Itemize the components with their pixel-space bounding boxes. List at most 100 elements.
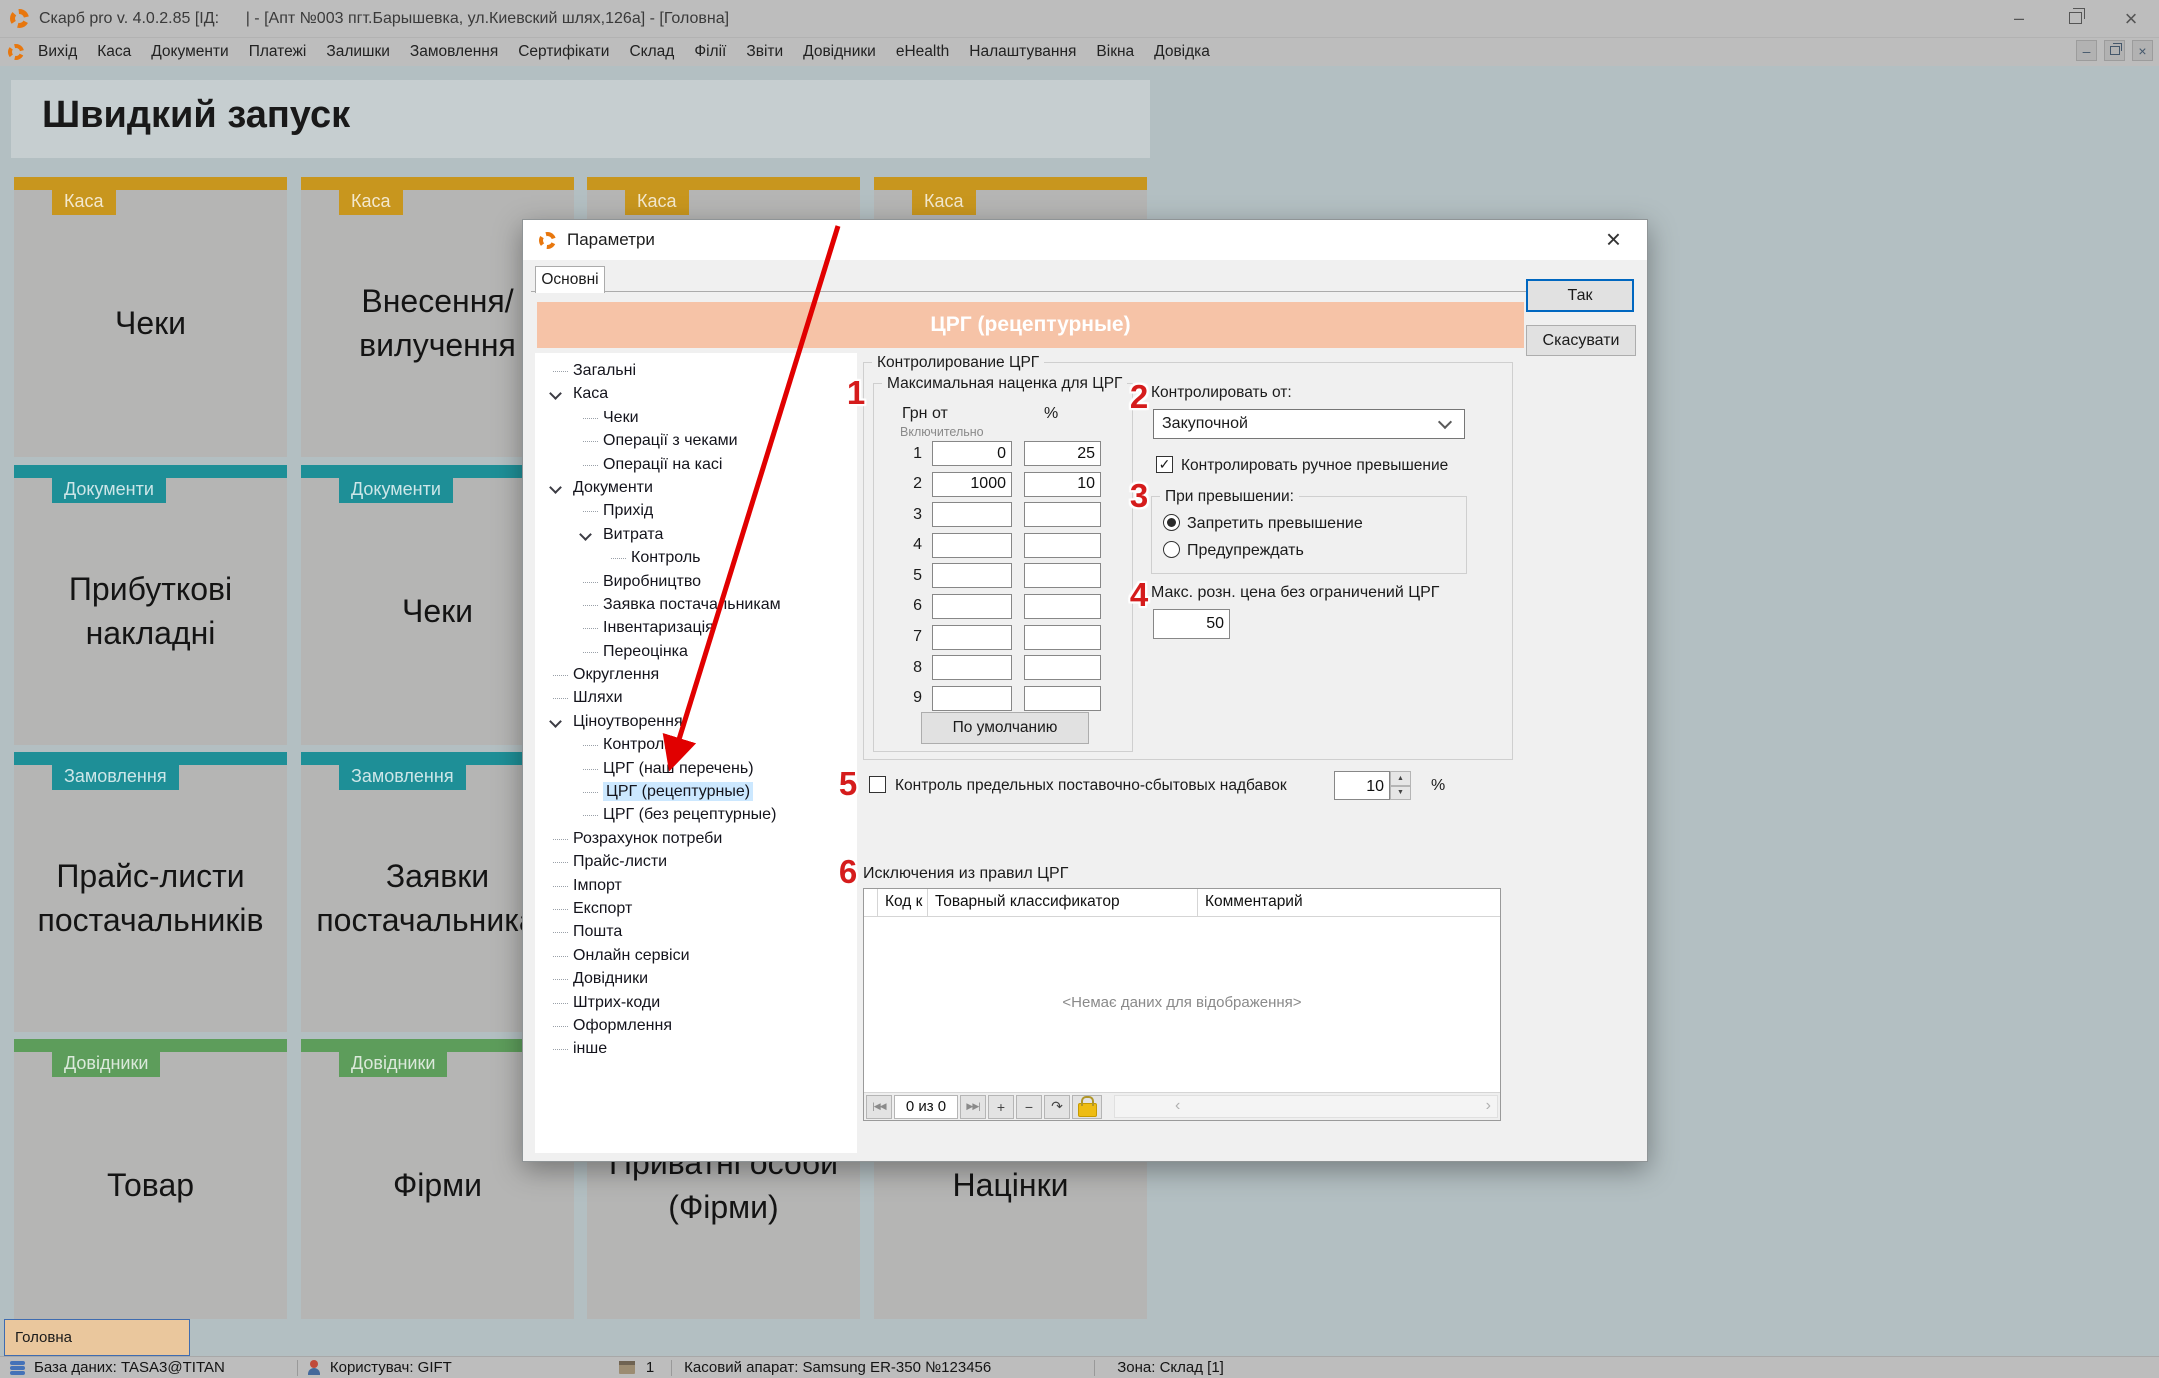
tab-osnovni[interactable]: Основні [535, 266, 605, 293]
manual-override-checkbox[interactable]: ✓ [1156, 456, 1173, 473]
last-record-button[interactable]: ▶▶| [960, 1095, 986, 1119]
markup-from-input[interactable] [932, 625, 1012, 650]
limit-value-input[interactable] [1334, 771, 1390, 800]
horizontal-scrollbar[interactable]: ‹ › [1114, 1095, 1498, 1118]
tree-item[interactable]: Контроль [535, 733, 857, 756]
menu-item-sertyfikaty[interactable]: Сертифікати [508, 43, 619, 61]
menu-item-filii[interactable]: Філії [684, 43, 736, 61]
tree-item[interactable]: Витрата [535, 523, 857, 546]
refresh-button[interactable]: ↷ [1044, 1095, 1070, 1119]
tree-item[interactable]: Оформлення [535, 1014, 857, 1037]
mdi-close-button[interactable]: × [2132, 40, 2153, 61]
tree-item[interactable]: Загальні [535, 359, 857, 382]
chevron-down-icon[interactable] [549, 481, 562, 494]
add-record-button[interactable]: + [988, 1095, 1014, 1119]
markup-pct-input[interactable] [1024, 563, 1101, 588]
tree-item[interactable]: Ціноутворення [535, 710, 857, 733]
markup-pct-input[interactable] [1024, 594, 1101, 619]
tab-holovna[interactable]: Головна [4, 1319, 190, 1356]
tile-tovar[interactable]: Довідники Товар [14, 1039, 287, 1319]
mdi-restore-button[interactable] [2104, 40, 2125, 61]
markup-pct-input[interactable] [1024, 441, 1101, 466]
limit-control-checkbox[interactable] [869, 776, 886, 793]
tile-price-lysty[interactable]: Замовлення Прайс-листи постачальників [14, 752, 287, 1032]
close-button[interactable]: × [2103, 6, 2159, 32]
tree-item[interactable]: Округлення [535, 663, 857, 686]
markup-pct-input[interactable] [1024, 472, 1101, 497]
chevron-down-icon[interactable] [549, 715, 562, 728]
tree-item[interactable]: Документи [535, 476, 857, 499]
tree-item[interactable]: Онлайн сервіси [535, 944, 857, 967]
tree-item[interactable]: Імпорт [535, 874, 857, 897]
radio-warn[interactable] [1163, 541, 1180, 558]
markup-pct-input[interactable] [1024, 655, 1101, 680]
tree-item-selected[interactable]: ЦРГ (рецептурные) [535, 780, 857, 803]
ok-button[interactable]: Так [1526, 279, 1634, 312]
tree-item[interactable]: Прайс-листи [535, 850, 857, 873]
scroll-right-icon[interactable]: › [1486, 1097, 1491, 1115]
tree-item[interactable]: Довідники [535, 967, 857, 990]
menu-item-vyhid[interactable]: Вихід [28, 43, 87, 61]
stepper-down-icon[interactable]: ▼ [1390, 786, 1411, 801]
tree-item[interactable]: ЦРГ (наш перечень) [535, 757, 857, 780]
menu-item-zvity[interactable]: Звіти [736, 43, 793, 61]
chevron-down-icon[interactable] [549, 388, 562, 401]
tile-prybutkovi-nakladni[interactable]: Документи Прибуткові накладні [14, 465, 287, 745]
menu-item-nalashtuvannya[interactable]: Налаштування [959, 43, 1086, 61]
menu-item-kasa[interactable]: Каса [87, 43, 141, 61]
tree-item[interactable]: Шляхи [535, 686, 857, 709]
menu-item-ehealth[interactable]: eHealth [886, 43, 959, 61]
default-button[interactable]: По умолчанию [921, 712, 1089, 744]
tree-item[interactable]: Експорт [535, 897, 857, 920]
lock-button[interactable] [1072, 1095, 1102, 1119]
cancel-button[interactable]: Скасувати [1526, 325, 1636, 356]
tree-item[interactable]: Пошта [535, 920, 857, 943]
restore-button[interactable] [2047, 8, 2103, 29]
radio-forbid-exceed[interactable] [1163, 514, 1180, 531]
markup-pct-input[interactable] [1024, 686, 1101, 711]
tree-item[interactable]: Чеки [535, 406, 857, 429]
tree-item[interactable]: інше [535, 1037, 857, 1060]
menu-item-dovidka[interactable]: Довідка [1144, 43, 1220, 61]
minimize-button[interactable]: – [1991, 8, 2047, 29]
tree-item[interactable]: Заявка постачальникам [535, 593, 857, 616]
tree-item[interactable]: Операції з чеками [535, 429, 857, 452]
menu-item-dokumenty[interactable]: Документи [141, 43, 238, 61]
markup-from-input[interactable] [932, 563, 1012, 588]
header-comment-col[interactable]: Комментарий [1198, 889, 1500, 916]
tree-item[interactable]: Операції на касі [535, 453, 857, 476]
tree-item[interactable]: Прихід [535, 499, 857, 522]
menu-item-zamovlennya[interactable]: Замовлення [400, 43, 508, 61]
menu-item-vikna[interactable]: Вікна [1086, 43, 1144, 61]
markup-from-input[interactable] [932, 686, 1012, 711]
first-record-button[interactable]: |◀◀ [866, 1095, 892, 1119]
markup-from-input[interactable] [932, 472, 1012, 497]
tile-cheky-kasa[interactable]: Каса Чеки [14, 177, 287, 457]
tree-item[interactable]: ЦРГ (без рецептурные) [535, 803, 857, 826]
markup-from-input[interactable] [932, 441, 1012, 466]
chevron-down-icon[interactable] [579, 528, 592, 541]
tree-item[interactable]: Контроль [535, 546, 857, 569]
tree-item[interactable]: Переоцінка [535, 640, 857, 663]
markup-pct-input[interactable] [1024, 502, 1101, 527]
markup-from-input[interactable] [932, 533, 1012, 558]
stepper-up-icon[interactable]: ▲ [1390, 771, 1411, 786]
tree-item[interactable]: Виробництво [535, 570, 857, 593]
delete-record-button[interactable]: − [1016, 1095, 1042, 1119]
dialog-close-icon[interactable]: × [1606, 226, 1621, 252]
tree-item[interactable]: Штрих-коди [535, 991, 857, 1014]
menu-item-zalyshky[interactable]: Залишки [316, 43, 400, 61]
scroll-left-icon[interactable]: ‹ [1175, 1097, 1180, 1115]
markup-from-input[interactable] [932, 655, 1012, 680]
dialog-titlebar[interactable]: Параметри [523, 220, 1647, 260]
markup-from-input[interactable] [932, 502, 1012, 527]
header-classifier-col[interactable]: Товарный классификатор [928, 889, 1198, 916]
markup-pct-input[interactable] [1024, 625, 1101, 650]
markup-pct-input[interactable] [1024, 533, 1101, 558]
tree-item[interactable]: Каса [535, 382, 857, 405]
menu-item-platezhi[interactable]: Платежі [239, 43, 317, 61]
menu-item-dovidnyky[interactable]: Довідники [793, 43, 886, 61]
markup-from-input[interactable] [932, 594, 1012, 619]
mdi-minimize-button[interactable]: – [2076, 40, 2097, 61]
header-code-col[interactable]: Код к [878, 889, 928, 916]
